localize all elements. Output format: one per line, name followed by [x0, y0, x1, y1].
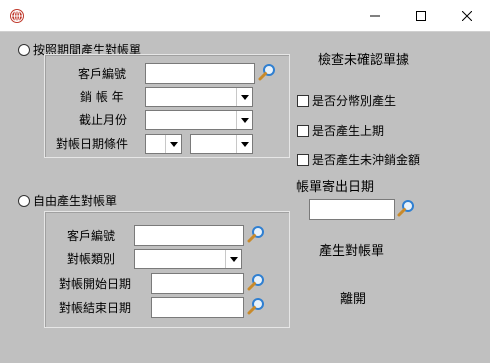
checkbox-square [297, 124, 309, 137]
magnifier-icon[interactable] [246, 296, 266, 316]
radio-circle [18, 43, 30, 56]
customer-no-label: 客戶編號 [78, 67, 127, 81]
free-customer-no-input[interactable] [134, 225, 244, 246]
maximize-button[interactable] [398, 0, 444, 32]
end-date-input[interactable] [151, 297, 244, 318]
maximize-icon [416, 11, 426, 21]
date-condition-select[interactable] [190, 134, 253, 154]
date-condition-operator-select[interactable] [145, 134, 182, 154]
chevron-down-icon [236, 111, 252, 129]
option-unwritten-amount-checkbox[interactable]: 是否產生未沖銷金額 [297, 151, 420, 168]
minimize-icon [370, 15, 380, 17]
leave-button[interactable]: 離開 [340, 292, 366, 308]
start-date-input[interactable] [151, 273, 244, 294]
sales-year-select[interactable] [145, 87, 253, 107]
cutoff-month-label: 截止月份 [79, 113, 128, 127]
end-date-label: 對帳結束日期 [59, 301, 132, 315]
free-customer-no-label: 客戶編號 [67, 229, 116, 243]
start-date-label: 對帳開始日期 [59, 277, 132, 291]
date-condition-label: 對帳日期條件 [56, 137, 129, 151]
check-unconfirmed-button[interactable]: 檢查未確認單據 [318, 53, 409, 69]
checkbox-square [297, 94, 309, 107]
magnifier-icon[interactable] [257, 62, 277, 82]
minimize-button[interactable] [352, 0, 398, 32]
option-previous-period-checkbox[interactable]: 是否產生上期 [297, 122, 384, 139]
send-date-input[interactable] [309, 199, 395, 220]
chevron-down-icon [236, 135, 252, 153]
close-icon [462, 11, 472, 21]
statement-type-label: 對帳類別 [67, 252, 116, 266]
magnifier-icon[interactable] [246, 224, 266, 244]
chevron-down-icon [236, 88, 252, 106]
chevron-down-icon [165, 135, 181, 153]
option-by-currency-checkbox[interactable]: 是否分幣別產生 [297, 92, 396, 109]
globe-icon [10, 9, 24, 23]
radio-circle [18, 194, 30, 207]
close-button[interactable] [444, 0, 490, 32]
title-bar [0, 0, 490, 32]
send-date-label: 帳單寄出日期 [296, 180, 375, 195]
customer-no-input[interactable] [145, 63, 255, 84]
cutoff-month-select[interactable] [145, 110, 253, 130]
chevron-down-icon [225, 250, 241, 268]
sales-year-label: 銷 帳 年 [80, 90, 124, 104]
checkbox-square [297, 153, 309, 166]
magnifier-icon[interactable] [246, 272, 266, 292]
radio-free-label: 自由產生對帳單 [33, 194, 118, 208]
magnifier-icon[interactable] [396, 198, 416, 218]
generate-statement-button[interactable]: 產生對帳單 [319, 244, 384, 260]
statement-type-select[interactable] [134, 249, 242, 269]
radio-free-statement[interactable]: 自由產生對帳單 [18, 192, 117, 209]
